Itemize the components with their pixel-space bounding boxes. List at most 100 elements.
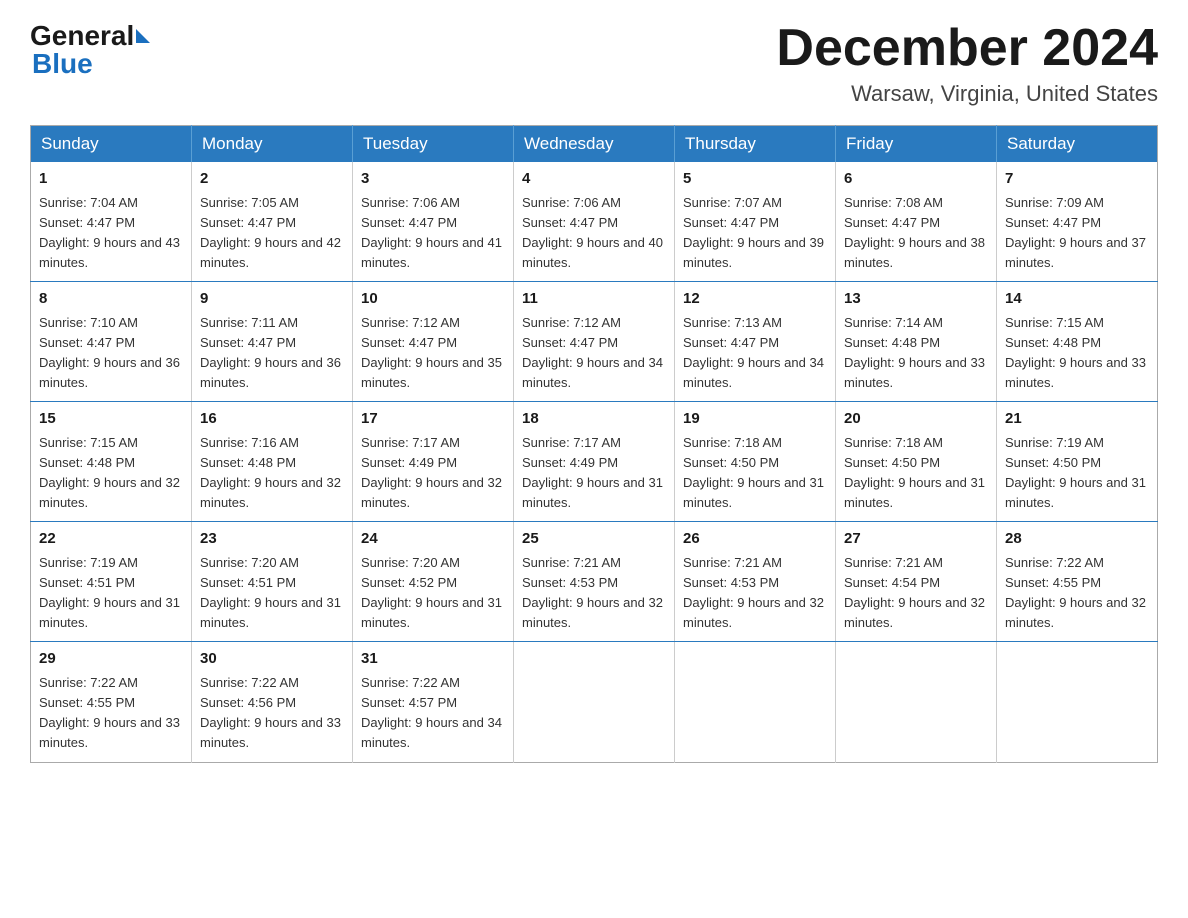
- calendar-cell: 11 Sunrise: 7:12 AMSunset: 4:47 PMDaylig…: [514, 282, 675, 402]
- day-info: Sunrise: 7:18 AMSunset: 4:50 PMDaylight:…: [683, 435, 824, 510]
- day-number: 6: [844, 168, 988, 191]
- day-number: 1: [39, 168, 183, 191]
- calendar-cell: 17 Sunrise: 7:17 AMSunset: 4:49 PMDaylig…: [353, 402, 514, 522]
- day-info: Sunrise: 7:21 AMSunset: 4:53 PMDaylight:…: [522, 555, 663, 630]
- location: Warsaw, Virginia, United States: [776, 81, 1158, 107]
- day-info: Sunrise: 7:11 AMSunset: 4:47 PMDaylight:…: [200, 315, 341, 390]
- weekday-header-thursday: Thursday: [675, 126, 836, 163]
- week-row-1: 1 Sunrise: 7:04 AMSunset: 4:47 PMDayligh…: [31, 162, 1158, 282]
- day-number: 27: [844, 528, 988, 551]
- calendar-cell: 10 Sunrise: 7:12 AMSunset: 4:47 PMDaylig…: [353, 282, 514, 402]
- day-number: 15: [39, 408, 183, 431]
- week-row-4: 22 Sunrise: 7:19 AMSunset: 4:51 PMDaylig…: [31, 522, 1158, 642]
- calendar-table: SundayMondayTuesdayWednesdayThursdayFrid…: [30, 125, 1158, 762]
- day-number: 25: [522, 528, 666, 551]
- day-info: Sunrise: 7:22 AMSunset: 4:55 PMDaylight:…: [39, 675, 180, 750]
- day-info: Sunrise: 7:22 AMSunset: 4:55 PMDaylight:…: [1005, 555, 1146, 630]
- calendar-cell: 20 Sunrise: 7:18 AMSunset: 4:50 PMDaylig…: [836, 402, 997, 522]
- day-number: 24: [361, 528, 505, 551]
- calendar-cell: 18 Sunrise: 7:17 AMSunset: 4:49 PMDaylig…: [514, 402, 675, 522]
- calendar-cell: [836, 642, 997, 762]
- calendar-cell: 26 Sunrise: 7:21 AMSunset: 4:53 PMDaylig…: [675, 522, 836, 642]
- calendar-cell: 14 Sunrise: 7:15 AMSunset: 4:48 PMDaylig…: [997, 282, 1158, 402]
- weekday-header-wednesday: Wednesday: [514, 126, 675, 163]
- calendar-cell: 15 Sunrise: 7:15 AMSunset: 4:48 PMDaylig…: [31, 402, 192, 522]
- day-info: Sunrise: 7:17 AMSunset: 4:49 PMDaylight:…: [361, 435, 502, 510]
- calendar-cell: 22 Sunrise: 7:19 AMSunset: 4:51 PMDaylig…: [31, 522, 192, 642]
- title-section: December 2024 Warsaw, Virginia, United S…: [776, 20, 1158, 107]
- weekday-header-saturday: Saturday: [997, 126, 1158, 163]
- day-number: 4: [522, 168, 666, 191]
- calendar-cell: 28 Sunrise: 7:22 AMSunset: 4:55 PMDaylig…: [997, 522, 1158, 642]
- day-number: 31: [361, 648, 505, 671]
- day-number: 9: [200, 288, 344, 311]
- day-number: 26: [683, 528, 827, 551]
- day-number: 12: [683, 288, 827, 311]
- day-info: Sunrise: 7:08 AMSunset: 4:47 PMDaylight:…: [844, 195, 985, 270]
- calendar-cell: 29 Sunrise: 7:22 AMSunset: 4:55 PMDaylig…: [31, 642, 192, 762]
- day-number: 22: [39, 528, 183, 551]
- calendar-cell: 12 Sunrise: 7:13 AMSunset: 4:47 PMDaylig…: [675, 282, 836, 402]
- day-info: Sunrise: 7:22 AMSunset: 4:56 PMDaylight:…: [200, 675, 341, 750]
- day-info: Sunrise: 7:06 AMSunset: 4:47 PMDaylight:…: [522, 195, 663, 270]
- week-row-3: 15 Sunrise: 7:15 AMSunset: 4:48 PMDaylig…: [31, 402, 1158, 522]
- logo-blue: Blue: [32, 48, 93, 80]
- calendar-cell: 2 Sunrise: 7:05 AMSunset: 4:47 PMDayligh…: [192, 162, 353, 282]
- day-number: 20: [844, 408, 988, 431]
- week-row-5: 29 Sunrise: 7:22 AMSunset: 4:55 PMDaylig…: [31, 642, 1158, 762]
- calendar-cell: 16 Sunrise: 7:16 AMSunset: 4:48 PMDaylig…: [192, 402, 353, 522]
- calendar-cell: 7 Sunrise: 7:09 AMSunset: 4:47 PMDayligh…: [997, 162, 1158, 282]
- day-number: 23: [200, 528, 344, 551]
- logo-arrow-icon: [136, 29, 150, 43]
- day-info: Sunrise: 7:18 AMSunset: 4:50 PMDaylight:…: [844, 435, 985, 510]
- day-number: 11: [522, 288, 666, 311]
- calendar-cell: 27 Sunrise: 7:21 AMSunset: 4:54 PMDaylig…: [836, 522, 997, 642]
- weekday-header-sunday: Sunday: [31, 126, 192, 163]
- day-info: Sunrise: 7:10 AMSunset: 4:47 PMDaylight:…: [39, 315, 180, 390]
- day-info: Sunrise: 7:17 AMSunset: 4:49 PMDaylight:…: [522, 435, 663, 510]
- week-row-2: 8 Sunrise: 7:10 AMSunset: 4:47 PMDayligh…: [31, 282, 1158, 402]
- calendar-cell: 9 Sunrise: 7:11 AMSunset: 4:47 PMDayligh…: [192, 282, 353, 402]
- day-info: Sunrise: 7:22 AMSunset: 4:57 PMDaylight:…: [361, 675, 502, 750]
- day-number: 19: [683, 408, 827, 431]
- day-number: 10: [361, 288, 505, 311]
- day-info: Sunrise: 7:09 AMSunset: 4:47 PMDaylight:…: [1005, 195, 1146, 270]
- day-info: Sunrise: 7:19 AMSunset: 4:50 PMDaylight:…: [1005, 435, 1146, 510]
- day-number: 17: [361, 408, 505, 431]
- day-number: 14: [1005, 288, 1149, 311]
- day-info: Sunrise: 7:05 AMSunset: 4:47 PMDaylight:…: [200, 195, 341, 270]
- calendar-cell: 30 Sunrise: 7:22 AMSunset: 4:56 PMDaylig…: [192, 642, 353, 762]
- weekday-header-friday: Friday: [836, 126, 997, 163]
- calendar-cell: [675, 642, 836, 762]
- day-number: 2: [200, 168, 344, 191]
- day-info: Sunrise: 7:19 AMSunset: 4:51 PMDaylight:…: [39, 555, 180, 630]
- day-number: 28: [1005, 528, 1149, 551]
- day-info: Sunrise: 7:14 AMSunset: 4:48 PMDaylight:…: [844, 315, 985, 390]
- calendar-cell: 19 Sunrise: 7:18 AMSunset: 4:50 PMDaylig…: [675, 402, 836, 522]
- calendar-cell: 24 Sunrise: 7:20 AMSunset: 4:52 PMDaylig…: [353, 522, 514, 642]
- calendar-cell: 3 Sunrise: 7:06 AMSunset: 4:47 PMDayligh…: [353, 162, 514, 282]
- calendar-cell: 31 Sunrise: 7:22 AMSunset: 4:57 PMDaylig…: [353, 642, 514, 762]
- calendar-cell: 1 Sunrise: 7:04 AMSunset: 4:47 PMDayligh…: [31, 162, 192, 282]
- page-header: General Blue December 2024 Warsaw, Virgi…: [30, 20, 1158, 107]
- day-info: Sunrise: 7:15 AMSunset: 4:48 PMDaylight:…: [39, 435, 180, 510]
- calendar-cell: 23 Sunrise: 7:20 AMSunset: 4:51 PMDaylig…: [192, 522, 353, 642]
- calendar-cell: [997, 642, 1158, 762]
- day-info: Sunrise: 7:13 AMSunset: 4:47 PMDaylight:…: [683, 315, 824, 390]
- day-info: Sunrise: 7:12 AMSunset: 4:47 PMDaylight:…: [361, 315, 502, 390]
- weekday-header-tuesday: Tuesday: [353, 126, 514, 163]
- day-info: Sunrise: 7:07 AMSunset: 4:47 PMDaylight:…: [683, 195, 824, 270]
- month-title: December 2024: [776, 20, 1158, 77]
- day-number: 18: [522, 408, 666, 431]
- day-info: Sunrise: 7:04 AMSunset: 4:47 PMDaylight:…: [39, 195, 180, 270]
- calendar-cell: 4 Sunrise: 7:06 AMSunset: 4:47 PMDayligh…: [514, 162, 675, 282]
- day-info: Sunrise: 7:20 AMSunset: 4:51 PMDaylight:…: [200, 555, 341, 630]
- day-number: 13: [844, 288, 988, 311]
- calendar-cell: 8 Sunrise: 7:10 AMSunset: 4:47 PMDayligh…: [31, 282, 192, 402]
- logo: General Blue: [30, 20, 150, 80]
- day-number: 29: [39, 648, 183, 671]
- calendar-cell: 13 Sunrise: 7:14 AMSunset: 4:48 PMDaylig…: [836, 282, 997, 402]
- day-info: Sunrise: 7:15 AMSunset: 4:48 PMDaylight:…: [1005, 315, 1146, 390]
- calendar-cell: [514, 642, 675, 762]
- day-number: 16: [200, 408, 344, 431]
